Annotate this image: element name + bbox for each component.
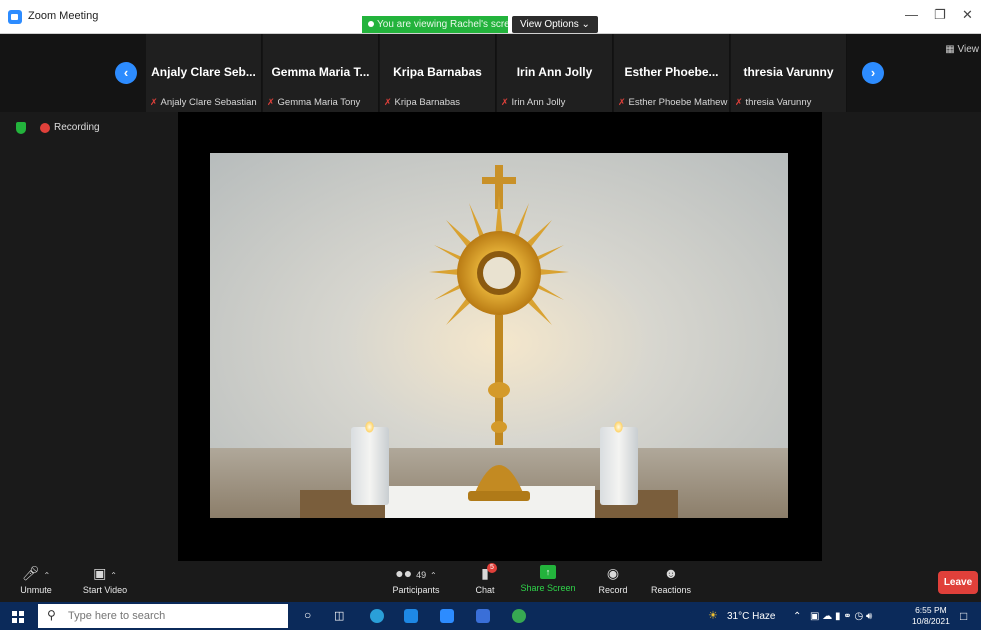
chat-icon: ▮ 5 bbox=[477, 563, 497, 581]
participant-tile[interactable]: Gemma Maria T... ✗ Gemma Maria Tony bbox=[263, 34, 379, 112]
participant-name-label: ✗ Gemma Maria Tony bbox=[267, 97, 378, 108]
view-layout-button[interactable]: ▦ View bbox=[945, 44, 979, 55]
participant-tile[interactable]: Irin Ann Jolly ✗ Irin Ann Jolly bbox=[497, 34, 613, 112]
participant-display-name: Anjaly Clare Seb... bbox=[151, 65, 256, 79]
windows-start-icon[interactable] bbox=[12, 611, 24, 623]
participant-tile[interactable]: Anjaly Clare Seb... ✗ Anjaly Clare Sebast… bbox=[146, 34, 262, 112]
mic-muted-icon: ✗ bbox=[501, 97, 509, 107]
shared-image-monstrance bbox=[210, 153, 788, 518]
participant-name-label: ✗ Esther Phoebe Mathew bbox=[618, 97, 729, 108]
candle-left bbox=[351, 421, 389, 505]
share-screen-button[interactable]: ↑ Share Screen bbox=[518, 565, 578, 593]
restore-icon[interactable]: ❐ bbox=[934, 7, 946, 23]
chrome-icon[interactable] bbox=[512, 609, 526, 623]
participant-tile[interactable]: Kripa Barnabas ✗ Kripa Barnabas bbox=[380, 34, 496, 112]
record-button[interactable]: ◉ Record bbox=[594, 565, 632, 595]
previous-page-icon[interactable]: ‹ bbox=[115, 62, 137, 84]
edge-browser-icon[interactable] bbox=[370, 609, 384, 623]
clock-time: 6:55 PM bbox=[915, 605, 947, 615]
participant-full-name: Irin Ann Jolly bbox=[511, 97, 566, 108]
zoom-app-icon bbox=[8, 10, 22, 24]
participant-full-name: thresia Varunny bbox=[745, 97, 812, 108]
participant-display-name: Irin Ann Jolly bbox=[516, 65, 593, 79]
participant-display-name: Kripa Barnabas bbox=[393, 65, 482, 79]
close-icon[interactable]: ✕ bbox=[962, 7, 973, 23]
mic-muted-icon: ✗ bbox=[150, 97, 158, 107]
viewing-screen-banner: You are viewing Rachel's screen bbox=[362, 16, 508, 33]
participants-icon: ●● 49 ⌃ bbox=[395, 565, 437, 581]
clock-date: 10/8/2021 bbox=[912, 616, 950, 626]
start-video-label: Start Video bbox=[82, 585, 128, 595]
participant-strip: ‹ Anjaly Clare Seb... ✗ Anjaly Clare Seba… bbox=[0, 34, 981, 112]
next-page-icon[interactable]: › bbox=[862, 62, 884, 84]
participant-name-label: ✗ thresia Varunny bbox=[735, 97, 846, 108]
show-hidden-icons-icon[interactable]: ⌃ bbox=[793, 611, 801, 622]
share-screen-label: Share Screen bbox=[520, 583, 576, 593]
video-off-icon: ▣ ⌃ bbox=[93, 565, 117, 581]
zoom-taskbar-icon[interactable] bbox=[440, 609, 454, 623]
minimize-icon[interactable]: — bbox=[905, 7, 918, 22]
taskbar-clock[interactable]: 6:55 PM 10/8/2021 bbox=[912, 605, 950, 627]
participant-full-name: Anjaly Clare Sebastian bbox=[160, 97, 257, 108]
participants-button[interactable]: ●● 49 ⌃ Participants bbox=[382, 565, 450, 595]
leave-button[interactable]: Leave bbox=[938, 571, 978, 594]
mic-muted-icon: ✗ bbox=[267, 97, 275, 107]
participant-display-name: Gemma Maria T... bbox=[271, 65, 370, 79]
participant-full-name: Esther Phoebe Mathew bbox=[628, 97, 728, 108]
participant-tile[interactable]: thresia Varunny ✗ thresia Varunny bbox=[731, 34, 847, 112]
participant-full-name: Gemma Maria Tony bbox=[277, 97, 361, 108]
mic-muted-icon: ✗ bbox=[618, 97, 626, 107]
participant-display-name: thresia Varunny bbox=[743, 65, 834, 79]
participant-display-name: Esther Phoebe... bbox=[624, 65, 719, 79]
weather-icon: ☀ bbox=[708, 610, 718, 622]
mic-muted-icon: ✗ bbox=[735, 97, 743, 107]
reactions-icon: ☻ bbox=[663, 565, 679, 581]
participant-count: 49 bbox=[416, 570, 427, 580]
reactions-button[interactable]: ☻ Reactions bbox=[648, 565, 694, 595]
unmute-button[interactable]: 🎤︎ ⌃ Unmute bbox=[14, 565, 58, 595]
chat-button[interactable]: ▮ 5 Chat bbox=[470, 563, 500, 595]
record-icon: ◉ bbox=[606, 565, 620, 581]
window-title: Zoom Meeting bbox=[28, 10, 99, 22]
view-options-button[interactable]: View Options ⌄ bbox=[512, 16, 598, 33]
mail-icon[interactable] bbox=[404, 609, 418, 623]
taskbar-search-input[interactable] bbox=[68, 608, 278, 624]
windows-taskbar: ⚲ ○ ◫ ☀ 31°C Haze ⌃ ▣ ☁ ▮ ⚭ ◷ 🔊︎ 6:55 PM… bbox=[0, 602, 981, 630]
viewing-banner-text: You are viewing Rachel's screen bbox=[377, 19, 508, 30]
participant-full-name: Kripa Barnabas bbox=[394, 97, 461, 108]
candle-right bbox=[600, 421, 638, 505]
task-view-icon[interactable]: ◫ bbox=[334, 609, 344, 622]
unmute-label: Unmute bbox=[20, 585, 52, 595]
mic-muted-icon: ✗ bbox=[384, 97, 392, 107]
system-tray-icons[interactable]: ▣ ☁ ▮ ⚭ ◷ 🔊︎ bbox=[810, 611, 872, 622]
chat-label: Chat bbox=[475, 585, 495, 595]
recording-label: Recording bbox=[54, 122, 100, 133]
weather-text[interactable]: 31°C Haze bbox=[727, 611, 775, 622]
muted-mic-icon: 🎤︎ ⌃ bbox=[21, 565, 51, 581]
file-explorer-icon[interactable] bbox=[476, 609, 490, 623]
participant-name-label: ✗ Irin Ann Jolly bbox=[501, 97, 612, 108]
notifications-icon[interactable]: □ bbox=[960, 609, 967, 623]
cortana-icon[interactable]: ○ bbox=[304, 608, 311, 622]
record-label: Record bbox=[598, 585, 628, 595]
participant-name-label: ✗ Anjaly Clare Sebastian bbox=[150, 97, 261, 108]
share-screen-icon: ↑ bbox=[540, 565, 556, 579]
meeting-toolbar: 🎤︎ ⌃ Unmute ▣ ⌃ Start Video ●● 49 ⌃ Part… bbox=[0, 561, 981, 602]
view-button-label: View bbox=[957, 44, 980, 55]
reactions-label: Reactions bbox=[650, 585, 692, 595]
encryption-shield-icon[interactable] bbox=[16, 122, 26, 134]
start-video-button[interactable]: ▣ ⌃ Start Video bbox=[70, 565, 140, 595]
chat-unread-badge: 5 bbox=[487, 563, 497, 573]
search-icon: ⚲ bbox=[47, 608, 56, 622]
monstrance-icon bbox=[429, 165, 569, 501]
participant-name-label: ✗ Kripa Barnabas bbox=[384, 97, 495, 108]
participant-tile[interactable]: Esther Phoebe... ✗ Esther Phoebe Mathew bbox=[614, 34, 730, 112]
participants-label: Participants bbox=[392, 585, 440, 595]
screen-share-indicator-icon bbox=[368, 21, 374, 28]
taskbar-search[interactable]: ⚲ bbox=[38, 604, 288, 628]
title-bar: Zoom Meeting You are viewing Rachel's sc… bbox=[0, 0, 981, 34]
recording-dot-icon bbox=[40, 123, 50, 133]
